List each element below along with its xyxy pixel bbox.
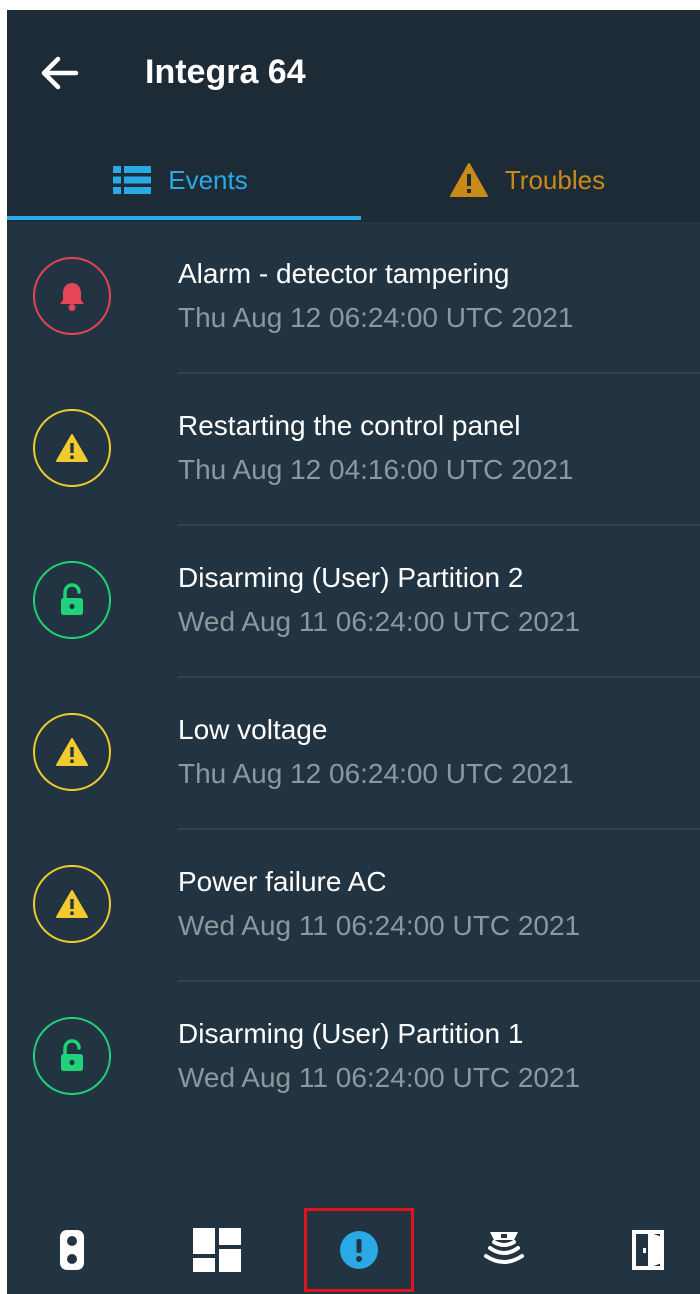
- page-title: Integra 64: [145, 53, 306, 91]
- warning-triangle-icon: [449, 163, 488, 197]
- tab-troubles[interactable]: Troubles: [354, 138, 700, 222]
- door-icon: [632, 1230, 664, 1270]
- list-item[interactable]: Low voltage Thu Aug 12 06:24:00 UTC 2021: [7, 678, 700, 830]
- event-list: Alarm - detector tampering Thu Aug 12 06…: [7, 222, 700, 1134]
- event-title: Low voltage: [178, 714, 328, 745]
- event-time: Thu Aug 12 06:24:00 UTC 2021: [178, 302, 574, 333]
- arrow-left-icon: [41, 56, 79, 90]
- tab-indicator: [7, 216, 361, 220]
- list-icon: [113, 166, 152, 194]
- list-item[interactable]: Power failure AC Wed Aug 11 06:24:00 UTC…: [7, 830, 700, 982]
- back-button[interactable]: [35, 48, 85, 98]
- event-time: Wed Aug 11 06:24:00 UTC 2021: [178, 910, 581, 941]
- unlock-icon: [61, 1039, 83, 1071]
- event-time: Wed Aug 11 06:24:00 UTC 2021: [178, 606, 581, 637]
- nav-dashboard[interactable]: [162, 1206, 272, 1294]
- list-item[interactable]: Restarting the control panel Thu Aug 12 …: [7, 374, 700, 526]
- nav-outputs[interactable]: [593, 1206, 700, 1294]
- event-title: Disarming (User) Partition 1: [178, 1018, 524, 1049]
- tab-events[interactable]: Events: [7, 138, 353, 222]
- event-title: Alarm - detector tampering: [178, 258, 510, 289]
- list-item[interactable]: Disarming (User) Partition 1 Wed Aug 11 …: [7, 982, 700, 1134]
- warning-icon: [56, 738, 88, 766]
- bell-icon: [60, 283, 84, 311]
- event-time: Wed Aug 11 06:24:00 UTC 2021: [178, 1062, 581, 1093]
- app-screen: Integra 64 Events Troubles Alarm - detec…: [7, 10, 700, 1294]
- event-time: Thu Aug 12 04:16:00 UTC 2021: [178, 454, 574, 485]
- alarm-status-circle: [33, 257, 111, 335]
- nav-events[interactable]: [304, 1208, 414, 1292]
- nav-detectors[interactable]: [449, 1206, 559, 1294]
- tab-troubles-label: Troubles: [504, 164, 606, 195]
- dashboard-icon: [193, 1228, 241, 1272]
- top-bar: Integra 64 Events Troubles: [7, 10, 700, 222]
- event-time: Thu Aug 12 06:24:00 UTC 2021: [178, 758, 574, 789]
- disarm-status-circle: [33, 561, 111, 639]
- tab-events-label: Events: [168, 164, 248, 195]
- list-item[interactable]: Alarm - detector tampering Thu Aug 12 06…: [7, 222, 700, 374]
- trouble-status-circle: [33, 865, 111, 943]
- trouble-status-circle: [33, 409, 111, 487]
- warning-icon: [56, 434, 88, 462]
- unlock-icon: [61, 583, 83, 615]
- list-item[interactable]: Disarming (User) Partition 2 Wed Aug 11 …: [7, 526, 700, 678]
- warning-icon: [56, 890, 88, 918]
- nav-device[interactable]: [17, 1206, 127, 1294]
- alert-circle-icon: [340, 1231, 378, 1269]
- bottom-navigation: [7, 1206, 700, 1294]
- trouble-status-circle: [33, 713, 111, 791]
- event-title: Restarting the control panel: [178, 410, 521, 441]
- event-title: Power failure AC: [178, 866, 387, 897]
- remote-device-icon: [60, 1230, 84, 1270]
- event-title: Disarming (User) Partition 2: [178, 562, 524, 593]
- disarm-status-circle: [33, 1017, 111, 1095]
- detector-icon: [484, 1232, 524, 1264]
